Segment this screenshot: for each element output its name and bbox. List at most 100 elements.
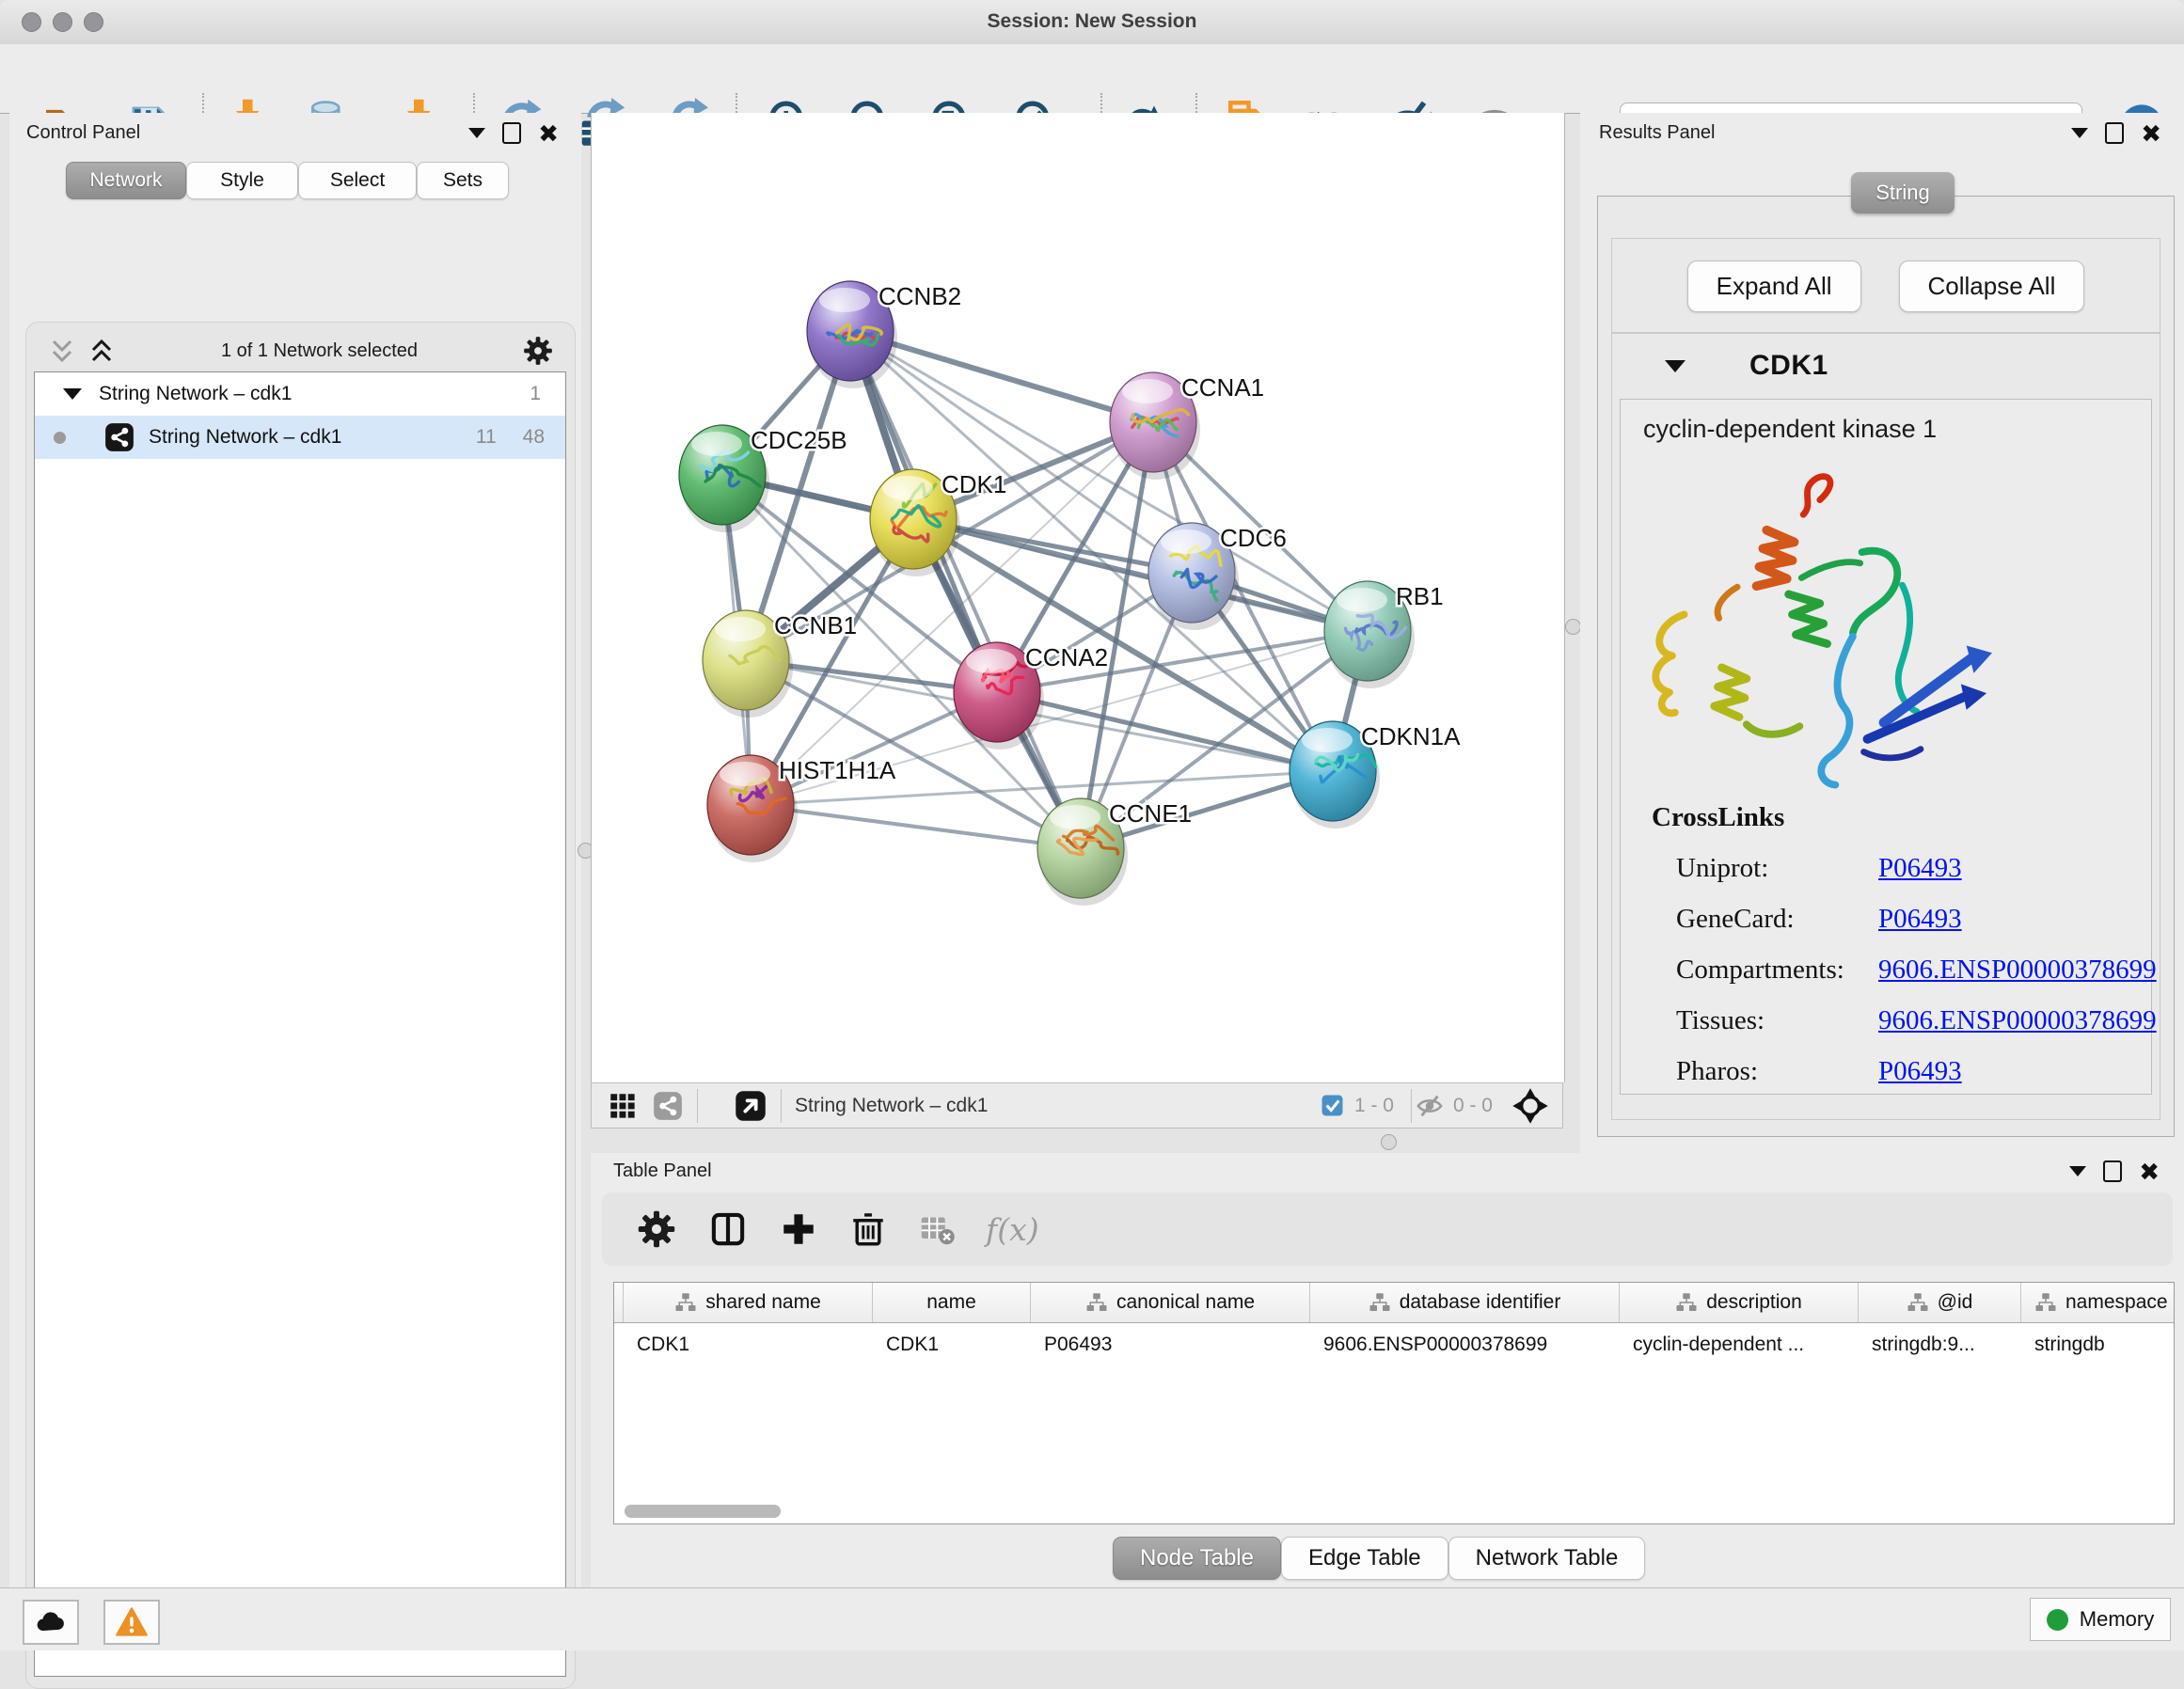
panel-menu-icon[interactable] (2071, 128, 2088, 138)
expand-all-icon[interactable] (87, 336, 117, 366)
network-list-panel: 1 of 1 Network selected String Network –… (25, 322, 576, 1689)
network-node-CCNE1[interactable]: CCNE1 (1037, 798, 1192, 906)
network-tree-child-row[interactable]: String Network – cdk1 11 48 (35, 416, 565, 459)
tab-network[interactable]: Network (66, 162, 186, 199)
string-share-icon[interactable] (652, 1090, 684, 1122)
panel-float-icon[interactable] (2103, 1160, 2122, 1182)
birdseye-grid-icon[interactable] (607, 1090, 639, 1122)
cell-canonical-name[interactable]: P06493 (1033, 1323, 1312, 1366)
entry-collapse-icon[interactable] (1665, 360, 1685, 372)
network-node-CDKN1A[interactable]: CDKN1A (1290, 721, 1461, 829)
crosslink-tissues[interactable]: 9606.ENSP00000378699 (1878, 1005, 2157, 1036)
tab-node-table[interactable]: Node Table (1113, 1537, 1281, 1580)
network-node-HIST1H1A[interactable]: HIST1H1A (707, 755, 896, 862)
status-bar: Memory (0, 1587, 2184, 1650)
network-node-label: RB1 (1396, 582, 1444, 610)
table-settings-gear-icon[interactable] (636, 1208, 677, 1250)
column-header-id[interactable]: @id (1859, 1283, 2021, 1322)
statusbar-separator (697, 1089, 698, 1123)
cell-shared-name[interactable]: CDK1 (625, 1323, 875, 1366)
panel-close-icon[interactable]: ✖ (2141, 124, 2161, 143)
network-node-label: CCNB2 (878, 282, 961, 310)
column-header-shared-name[interactable]: shared name (624, 1283, 873, 1322)
tab-string[interactable]: String (1851, 172, 1955, 213)
show-columns-icon[interactable] (707, 1208, 749, 1250)
cytoscape-window: { "window": { "title": "Session: New Ses… (0, 0, 2184, 1650)
tab-select[interactable]: Select (298, 162, 417, 199)
selected-checkbox-icon[interactable] (1320, 1093, 1345, 1118)
network-node-CCNB1[interactable]: CCNB1 (703, 610, 857, 718)
column-header-description[interactable]: description (1620, 1283, 1859, 1322)
network-tree-root-row[interactable]: String Network – cdk1 1 (35, 372, 565, 416)
cell-namespace[interactable]: stringdb (2023, 1323, 2175, 1366)
network-node-CDC6[interactable]: CDC6 (1148, 523, 1287, 630)
shared-column-icon (674, 1291, 697, 1314)
crosslink-uniprot[interactable]: P06493 (1878, 853, 1962, 884)
expand-all-button[interactable]: Expand All (1687, 260, 1861, 312)
title-bar: Session: New Session (0, 0, 2184, 45)
collapse-all-icon[interactable] (47, 336, 77, 366)
add-column-icon[interactable] (779, 1209, 818, 1249)
horizontal-scrollbar[interactable] (625, 1505, 781, 1518)
network-selection-bar: 1 of 1 Network selected (26, 330, 575, 371)
crosslink-compartments[interactable]: 9606.ENSP00000378699 (1878, 955, 2157, 986)
panel-close-icon[interactable]: ✖ (2139, 1162, 2160, 1181)
panel-float-icon[interactable] (2105, 122, 2124, 144)
memory-button[interactable]: Memory (2030, 1598, 2171, 1641)
shared-column-icon (1675, 1291, 1698, 1314)
network-node-CCNA2[interactable]: CCNA2 (954, 642, 1108, 750)
panel-menu-icon[interactable] (2069, 1166, 2086, 1176)
cdk1-entry-body: cyclin-dependent kinase 1 (1620, 399, 2152, 1095)
tab-sets[interactable]: Sets (417, 162, 509, 199)
panel-close-icon[interactable]: ✖ (538, 124, 559, 143)
column-header-namespace[interactable]: namespace (2021, 1283, 2175, 1322)
selection-status: 1 of 1 Network selected (117, 340, 522, 362)
window-title: Session: New Session (0, 10, 2184, 33)
gear-icon[interactable] (522, 335, 554, 367)
column-header-canonical-name[interactable]: canonical name (1031, 1283, 1310, 1322)
statusbar-separator (1411, 1089, 1412, 1123)
tree-root-label: String Network – cdk1 (99, 383, 292, 405)
network-node-label: CCNE1 (1109, 799, 1192, 828)
network-edge[interactable] (751, 805, 1081, 848)
network-node-RB1[interactable]: RB1 (1324, 581, 1444, 688)
warnings-button[interactable] (103, 1600, 160, 1645)
shared-column-icon (1369, 1291, 1391, 1314)
control-panel-window-controls: ✖ (468, 122, 559, 144)
network-node-CCNA1[interactable]: CCNA1 (1110, 372, 1264, 480)
cdk1-entry-header[interactable]: CDK1 (1612, 333, 2160, 399)
crosslink-genecard[interactable]: P06493 (1878, 904, 1962, 935)
column-header-name[interactable]: name (873, 1283, 1031, 1322)
crosslink-row: Pharos: P06493 (1652, 1056, 2157, 1087)
panel-float-icon[interactable] (502, 122, 521, 144)
tab-edge-table[interactable]: Edge Table (1281, 1537, 1448, 1580)
network-canvas[interactable]: CCNB2CCNA1CDC25BCDK1CDC6RB1CCNB1CCNA2CDK… (592, 113, 1564, 1082)
panel-menu-icon[interactable] (468, 128, 485, 138)
tab-style[interactable]: Style (186, 162, 298, 199)
cell-name[interactable]: CDK1 (875, 1323, 1033, 1366)
network-node-label: CDC6 (1220, 524, 1287, 552)
delete-column-icon[interactable] (848, 1209, 888, 1249)
right-splitter-handle[interactable] (1565, 619, 1581, 635)
shared-column-icon (2034, 1291, 2057, 1314)
crosshair-icon[interactable] (1511, 1087, 1549, 1125)
cell-database-identifier[interactable]: 9606.ENSP00000378699 (1312, 1323, 1622, 1366)
network-node-label: CDKN1A (1361, 722, 1461, 750)
tree-child-edge-count: 48 (523, 426, 545, 449)
network-tree: String Network – cdk1 1 String Network –… (34, 371, 566, 1677)
table-row[interactable]: CDK1 CDK1 P06493 9606.ENSP00000378699 cy… (614, 1323, 2174, 1366)
tree-expand-icon[interactable] (63, 388, 82, 400)
tab-network-table[interactable]: Network Table (1448, 1537, 1646, 1580)
network-view-statusbar: String Network – cdk1 1 - 0 0 - 0 (591, 1082, 1563, 1129)
bottom-splitter-handle[interactable] (1381, 1134, 1397, 1150)
open-in-new-icon[interactable] (734, 1089, 768, 1123)
cell-id[interactable]: stringdb:9... (1860, 1323, 2023, 1366)
crosslink-pharos[interactable]: P06493 (1878, 1056, 1962, 1087)
shared-column-icon (1085, 1291, 1108, 1314)
column-header-database-identifier[interactable]: database identifier (1310, 1283, 1620, 1322)
network-node-CCNB2[interactable]: CCNB2 (807, 281, 961, 388)
crosslink-row: Compartments: 9606.ENSP00000378699 (1652, 955, 2157, 986)
cloud-status-button[interactable] (23, 1600, 79, 1645)
cell-description[interactable]: cyclin-dependent ... (1622, 1323, 1860, 1366)
collapse-all-button[interactable]: Collapse All (1899, 260, 2085, 312)
